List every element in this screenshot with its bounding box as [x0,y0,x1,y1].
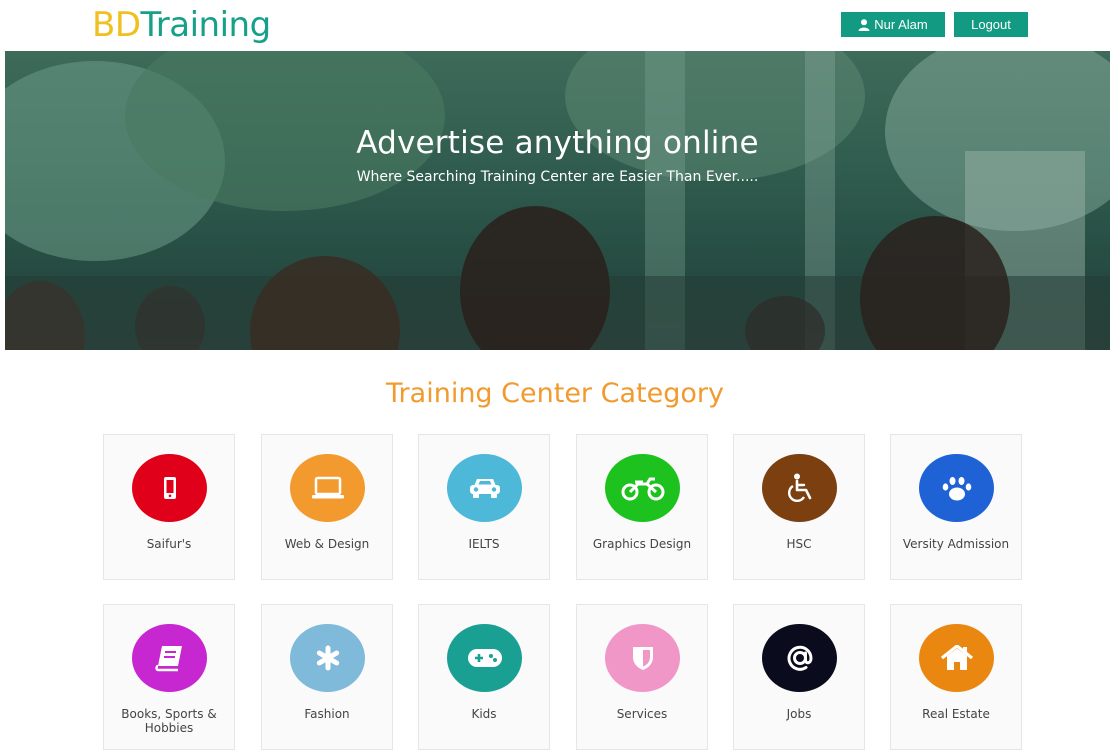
category-card-hsc[interactable]: HSC [733,434,865,580]
category-icon-circle [447,454,522,522]
category-label: Jobs [786,707,812,721]
category-card-kids[interactable]: Kids [418,604,550,750]
site-logo[interactable]: BDTraining [92,4,271,46]
motorcycle-icon [621,477,664,501]
category-icon-circle [762,454,837,522]
category-icon-circle [290,624,365,692]
mobile-phone-icon [163,477,176,499]
shield-icon [632,647,653,670]
category-card-web-design[interactable]: Web & Design [261,434,393,580]
category-icon-circle [605,624,680,692]
category-label: Fashion [304,707,350,721]
category-icon-circle [290,454,365,522]
wheelchair-icon [787,473,811,502]
category-label: Web & Design [284,537,370,551]
paw-icon [942,477,971,501]
user-name-label: Nur Alam [874,17,928,32]
category-card-books-sports-hobbies[interactable]: Books, Sports & Hobbies [103,604,235,750]
gamepad-icon [467,649,502,667]
category-icon-circle [447,624,522,692]
category-label: Books, Sports & Hobbies [121,707,217,735]
category-label: Kids [471,707,497,721]
user-account-button[interactable]: Nur Alam [841,12,945,37]
category-card-saifurs[interactable]: Saifur's [103,434,235,580]
car-icon [469,479,500,498]
category-label: Versity Admission [902,537,1010,551]
category-icon-circle [132,454,207,522]
category-label: Services [616,707,668,721]
category-section-title: Training Center Category [386,378,724,409]
category-icon-circle [919,624,994,692]
category-label: Saifur's [146,537,192,551]
category-card-real-estate[interactable]: Real Estate [890,604,1022,750]
at-sign-icon [787,645,813,671]
category-card-ielts[interactable]: IELTS [418,434,550,580]
category-card-versity-admission[interactable]: Versity Admission [890,434,1022,580]
category-label: HSC [786,537,812,551]
logo-part-training: Training [140,5,272,45]
category-card-jobs[interactable]: Jobs [733,604,865,750]
category-label: IELTS [468,537,500,551]
category-label: Graphics Design [592,537,692,551]
category-icon-circle [605,454,680,522]
hero-subtitle: Where Searching Training Center are Easi… [356,169,759,185]
category-card-services[interactable]: Services [576,604,708,750]
home-icon [940,645,973,670]
category-card-graphics-design[interactable]: Graphics Design [576,434,708,580]
hero-banner: Advertise anything online Where Searchin… [5,51,1110,350]
user-icon [858,18,870,31]
asterisk-icon [316,645,339,671]
category-icon-circle [762,624,837,692]
book-icon [154,646,182,672]
logout-button[interactable]: Logout [954,12,1028,37]
top-navbar: BDTraining Nur Alam Logout [0,0,1110,50]
category-icon-circle [132,624,207,692]
hero-title: Advertise anything online [356,125,759,161]
laptop-icon [311,476,344,499]
category-label: Real Estate [922,707,990,721]
category-card-fashion[interactable]: Fashion [261,604,393,750]
logo-part-bd: BD [92,5,141,45]
category-icon-circle [919,454,994,522]
